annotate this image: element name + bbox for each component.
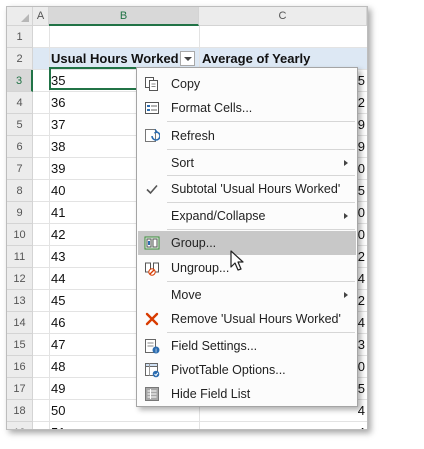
cell-c-value[interactable]: 4 bbox=[199, 422, 367, 429]
copy-icon bbox=[144, 76, 160, 92]
menu-item-group[interactable]: Group... bbox=[138, 231, 356, 255]
field-settings-icon: i bbox=[144, 338, 160, 354]
menu-item-ungroup[interactable]: Ungroup... bbox=[138, 256, 356, 280]
refresh-icon bbox=[144, 128, 161, 144]
cell-a[interactable] bbox=[33, 312, 49, 334]
menu-separator bbox=[167, 121, 355, 122]
menu-item-label: Sort bbox=[171, 156, 194, 170]
menu-separator bbox=[167, 229, 355, 230]
row-header-1[interactable]: 1 bbox=[7, 26, 33, 48]
row-header-6[interactable]: 6 bbox=[7, 136, 33, 158]
menu-item-expand-collapse[interactable]: Expand/Collapse bbox=[138, 204, 356, 228]
cell-a[interactable] bbox=[33, 26, 49, 48]
group-icon bbox=[144, 235, 160, 251]
menu-item-label: Remove 'Usual Hours Worked' bbox=[171, 312, 341, 326]
menu-item-format-cells[interactable]: Format Cells... bbox=[138, 96, 356, 120]
row-header-15[interactable]: 15 bbox=[7, 334, 33, 356]
cell-b-value[interactable]: 51 bbox=[49, 422, 198, 429]
menu-separator bbox=[167, 332, 355, 333]
cell-a[interactable] bbox=[33, 70, 49, 92]
context-menu: Copy Format Cells... Refresh Sort Subtotal '… bbox=[136, 67, 358, 407]
cell-a[interactable] bbox=[33, 378, 49, 400]
cell-a[interactable] bbox=[33, 246, 49, 268]
mouse-cursor-icon bbox=[230, 250, 244, 271]
row-header-3[interactable]: 3 bbox=[7, 70, 33, 92]
row-header-7[interactable]: 7 bbox=[7, 158, 33, 180]
menu-item-move[interactable]: Move bbox=[138, 283, 356, 307]
cell-a[interactable] bbox=[33, 180, 49, 202]
row-header-10[interactable]: 10 bbox=[7, 224, 33, 246]
cell-a[interactable] bbox=[33, 290, 49, 312]
row-header-13[interactable]: 13 bbox=[7, 290, 33, 312]
cell-a[interactable] bbox=[33, 48, 49, 70]
cell-a[interactable] bbox=[33, 224, 49, 246]
cell-a[interactable] bbox=[33, 136, 49, 158]
row-header-4[interactable]: 4 bbox=[7, 92, 33, 114]
row-header-14[interactable]: 14 bbox=[7, 312, 33, 334]
select-all-corner[interactable] bbox=[7, 7, 33, 26]
menu-item-refresh[interactable]: Refresh bbox=[138, 124, 356, 148]
submenu-arrow-icon bbox=[344, 292, 348, 298]
row-header-9[interactable]: 9 bbox=[7, 202, 33, 224]
row-header-2[interactable]: 2 bbox=[7, 48, 33, 70]
submenu-arrow-icon bbox=[344, 213, 348, 219]
cell-a[interactable] bbox=[33, 334, 49, 356]
menu-item-label: Field Settings... bbox=[171, 339, 258, 353]
column-header-b[interactable]: B bbox=[49, 7, 199, 26]
checkmark-icon bbox=[144, 181, 160, 197]
row-header-18[interactable]: 18 bbox=[7, 400, 33, 422]
menu-separator bbox=[167, 202, 355, 203]
table-row bbox=[33, 26, 367, 48]
remove-icon bbox=[144, 311, 160, 327]
row-header-5[interactable]: 5 bbox=[7, 114, 33, 136]
cell-a[interactable] bbox=[33, 422, 49, 429]
filter-dropdown-button[interactable] bbox=[180, 51, 195, 66]
menu-item-label: Move bbox=[171, 288, 202, 302]
menu-item-hide-field-list[interactable]: Hide Field List bbox=[138, 382, 356, 406]
menu-item-copy[interactable]: Copy bbox=[138, 72, 356, 96]
row-header-17[interactable]: 17 bbox=[7, 378, 33, 400]
row-header-8[interactable]: 8 bbox=[7, 180, 33, 202]
menu-item-label: Ungroup... bbox=[171, 261, 230, 275]
cell-a[interactable] bbox=[33, 158, 49, 180]
menu-item-pivottable-options[interactable]: PivotTable Options... bbox=[138, 358, 356, 382]
menu-item-label: Copy bbox=[171, 77, 201, 91]
row-header-12[interactable]: 12 bbox=[7, 268, 33, 290]
cell-a[interactable] bbox=[33, 202, 49, 224]
menu-separator bbox=[167, 175, 355, 176]
submenu-arrow-icon bbox=[344, 160, 348, 166]
menu-separator bbox=[167, 149, 355, 150]
menu-item-label: Format Cells... bbox=[171, 101, 253, 115]
cell-a[interactable] bbox=[33, 114, 49, 136]
row-header-16[interactable]: 16 bbox=[7, 356, 33, 378]
svg-text:i: i bbox=[155, 348, 156, 354]
cell-c-empty[interactable] bbox=[199, 26, 367, 48]
menu-item-label: Hide Field List bbox=[171, 387, 251, 401]
cell-a[interactable] bbox=[33, 268, 49, 290]
pivottable-options-icon bbox=[144, 362, 160, 378]
cell-a[interactable] bbox=[33, 400, 49, 422]
hide-field-list-icon bbox=[144, 386, 160, 402]
format-cells-icon bbox=[144, 100, 160, 116]
ungroup-icon bbox=[144, 260, 160, 276]
cell-a[interactable] bbox=[33, 92, 49, 114]
menu-item-sort[interactable]: Sort bbox=[138, 151, 356, 175]
menu-item-label: Subtotal 'Usual Hours Worked' bbox=[171, 182, 341, 196]
menu-item-label: Refresh bbox=[171, 129, 215, 143]
cell-b-empty[interactable] bbox=[49, 26, 198, 48]
row-header-11[interactable]: 11 bbox=[7, 246, 33, 268]
column-header-a[interactable]: A bbox=[33, 7, 49, 26]
cell-a[interactable] bbox=[33, 356, 49, 378]
menu-item-subtotal[interactable]: Subtotal 'Usual Hours Worked' bbox=[138, 177, 356, 201]
column-header-c[interactable]: C bbox=[199, 7, 367, 26]
menu-item-label: Group... bbox=[171, 236, 217, 250]
menu-item-label: PivotTable Options... bbox=[171, 363, 286, 377]
menu-item-remove-field[interactable]: Remove 'Usual Hours Worked' bbox=[138, 307, 356, 331]
menu-item-label: Expand/Collapse bbox=[171, 209, 266, 223]
row-header-19[interactable]: 19 bbox=[7, 422, 33, 429]
menu-separator bbox=[167, 281, 355, 282]
menu-item-field-settings[interactable]: i Field Settings... bbox=[138, 334, 356, 358]
table-row: 514 bbox=[33, 422, 367, 429]
